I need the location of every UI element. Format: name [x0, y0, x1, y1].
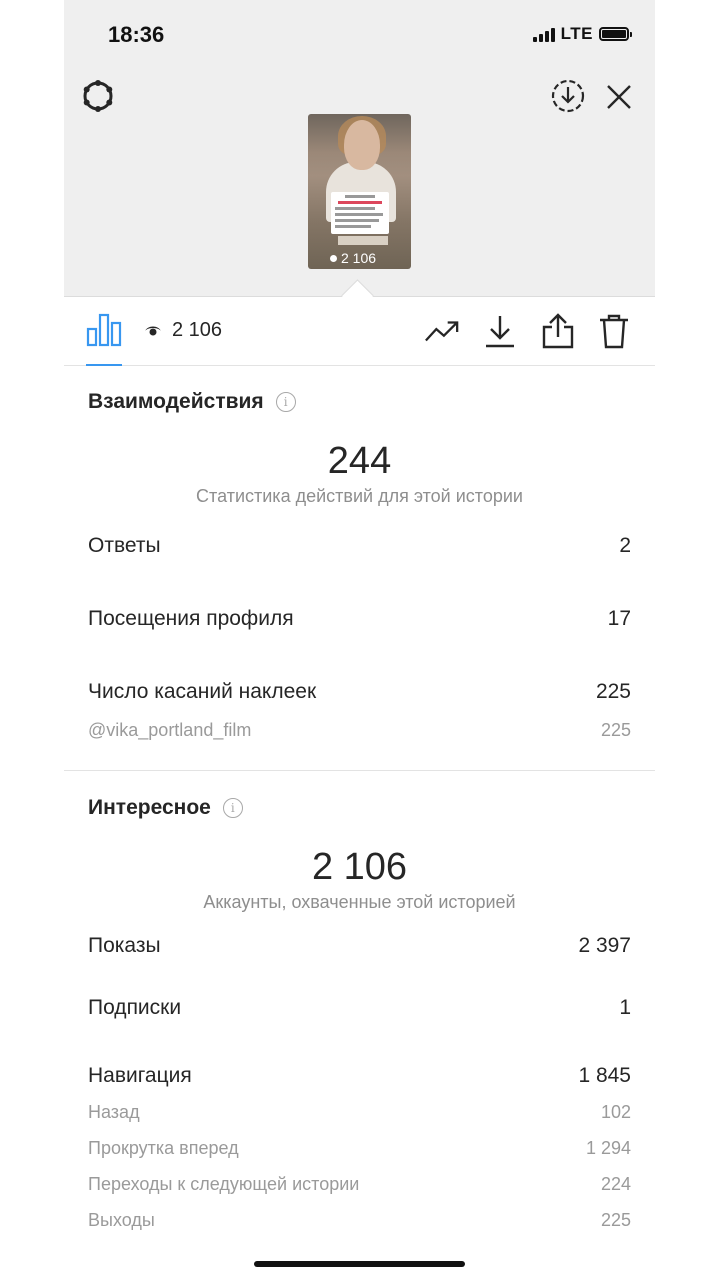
stat-subrow-forward: Прокрутка вперед 1 294: [88, 1138, 631, 1158]
bar-chart-icon: [86, 313, 122, 347]
discovery-caption: Аккаунты, охваченные этой историей: [203, 892, 516, 912]
story-text-sticker: [331, 192, 389, 234]
settings-ring-icon[interactable]: [80, 78, 116, 114]
eye-icon: [330, 254, 337, 262]
download-icon[interactable]: [482, 313, 518, 349]
story-preview-area: 18:36 LTE 2 106: [64, 0, 655, 297]
views-count: 2 106: [172, 319, 223, 341]
signal-icon: [532, 26, 555, 42]
stat-row-profile-visits: Посещения профиля 17: [88, 607, 631, 630]
stat-subrow-sticker-mention: @vika_portland_film 225: [88, 720, 631, 740]
tab-active-indicator: [86, 364, 122, 366]
stat-subrow-back: Назад 102: [88, 1102, 631, 1122]
interactions-caption: Статистика действий для этой истории: [196, 486, 523, 506]
page: 18:36 LTE 2 106 2 106 Взаимодействия i 2…: [0, 0, 719, 1280]
story-thumbnail[interactable]: 2 106: [308, 114, 411, 269]
info-icon[interactable]: i: [275, 392, 296, 412]
download-circle-icon[interactable]: [550, 78, 586, 114]
info-icon[interactable]: i: [222, 798, 243, 818]
battery-icon: [599, 27, 632, 41]
status-time: 18:36: [108, 22, 165, 47]
share-icon[interactable]: [540, 313, 576, 349]
stat-row-sticker-taps: Число касаний наклеек 225: [88, 680, 631, 703]
views-counter[interactable]: 2 106: [144, 319, 222, 342]
section-divider: [64, 770, 655, 771]
story-mention-sticker: [338, 236, 388, 245]
home-indicator[interactable]: [254, 1261, 465, 1267]
stat-row-impressions: Показы 2 397: [88, 934, 631, 957]
interactions-title: Взаимодействия i: [88, 390, 296, 414]
stat-subrow-exits: Выходы 225: [88, 1210, 631, 1230]
discovery-total: 2 106: [311, 846, 408, 888]
stat-subrow-next-story: Переходы к следующей истории 224: [88, 1174, 631, 1194]
network-type: LTE: [560, 24, 593, 43]
status-indicators: LTE: [532, 24, 632, 44]
discovery-title: Интересное i: [88, 796, 243, 820]
story-insights-screen: 18:36 LTE 2 106 2 106 Взаимодействия i 2…: [64, 0, 655, 1280]
stat-row-navigation: Навигация 1 845: [88, 1064, 631, 1087]
story-toolbar: 2 106: [64, 297, 655, 366]
story-thumbnail-views: 2 106: [330, 250, 400, 266]
tab-insights[interactable]: [86, 311, 122, 366]
eye-icon: [145, 326, 161, 335]
trash-icon[interactable]: [596, 313, 632, 349]
close-icon[interactable]: [602, 80, 636, 114]
trending-up-icon[interactable]: [424, 313, 460, 349]
stat-row-replies: Ответы 2: [88, 534, 631, 557]
stat-row-follows: Подписки 1: [88, 996, 631, 1019]
interactions-total: 244: [327, 440, 392, 482]
